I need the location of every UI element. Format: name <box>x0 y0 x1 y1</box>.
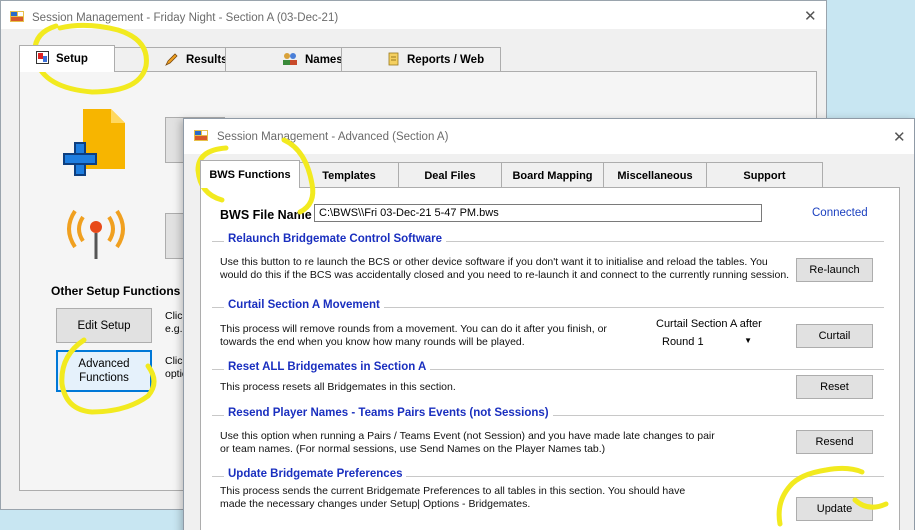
bws-file-name-label: BWS File Name <box>220 208 312 222</box>
tab-label: Results <box>186 54 228 66</box>
chevron-down-icon: ▼ <box>744 336 752 345</box>
curtail-button[interactable]: Curtail <box>796 324 873 348</box>
advanced-title-bar: Session Management - Advanced (Section A… <box>184 119 914 154</box>
app-icon <box>194 130 208 141</box>
reset-description: This process resets all Bridgemates in t… <box>220 381 456 393</box>
close-icon[interactable]: ✕ <box>893 128 906 146</box>
advanced-functions-button[interactable]: Advanced Functions <box>56 350 152 392</box>
relaunch-button[interactable]: Re-launch <box>796 258 873 282</box>
reset-section-title: Reset ALL Bridgemates in Section A <box>224 361 431 373</box>
tab-setup[interactable]: Setup <box>19 45 115 72</box>
update-section-title: Update Bridgemate Preferences <box>224 468 407 480</box>
resend-description: Use this option when running a Pairs / T… <box>220 430 715 455</box>
advanced-window-title: Session Management - Advanced (Section A… <box>217 131 449 143</box>
selected-round: Round 1 <box>662 336 704 348</box>
tab-results[interactable]: Results <box>114 47 228 72</box>
window-title: Session Management - Friday Night - Sect… <box>32 12 339 24</box>
tab-support[interactable]: Support <box>706 162 823 188</box>
curtail-round-select[interactable]: Round 1 ▼ <box>656 332 760 352</box>
setup-icon <box>36 51 49 67</box>
tab-bws-functions[interactable]: BWS Functions <box>200 160 300 188</box>
curtail-after-label: Curtail Section A after <box>656 318 762 330</box>
app-icon <box>10 11 24 22</box>
resend-section-title: Resend Player Names - Teams Pairs Events… <box>224 407 553 419</box>
close-icon[interactable]: ✕ <box>804 7 817 25</box>
broadcast-icon[interactable] <box>61 201 131 261</box>
connection-status: Connected <box>812 207 868 219</box>
update-button[interactable]: Update <box>796 497 873 521</box>
tab-templates[interactable]: Templates <box>299 162 399 188</box>
advanced-window: Session Management - Advanced (Section A… <box>183 118 915 530</box>
curtail-description: This process will remove rounds from a m… <box>220 323 607 348</box>
new-file-icon[interactable] <box>61 107 127 179</box>
other-setup-functions-heading: Other Setup Functions <box>51 284 181 298</box>
bws-file-name-field[interactable]: C:\BWS\\Fri 03-Dec-21 5-47 PM.bws <box>314 204 762 222</box>
reset-button[interactable]: Reset <box>796 375 873 399</box>
tab-names[interactable]: Names <box>225 47 343 72</box>
reports-icon <box>387 52 400 69</box>
tab-board-mapping[interactable]: Board Mapping <box>501 162 604 188</box>
edit-setup-button[interactable]: Edit Setup <box>56 308 152 343</box>
tab-label: Names <box>305 54 343 66</box>
people-icon <box>282 52 298 68</box>
tab-label: Reports / Web <box>407 54 485 66</box>
curtail-section-title: Curtail Section A Movement <box>224 299 384 311</box>
relaunch-section-title: Relaunch Bridgemate Control Software <box>224 233 447 245</box>
resend-button[interactable]: Resend <box>796 430 873 454</box>
tab-miscellaneous[interactable]: Miscellaneous <box>603 162 707 188</box>
pencil-icon <box>165 52 179 69</box>
tab-reports-web[interactable]: Reports / Web <box>341 47 501 72</box>
update-description: This process sends the current Bridgemat… <box>220 485 686 510</box>
tab-deal-files[interactable]: Deal Files <box>398 162 502 188</box>
title-bar: Session Management - Friday Night - Sect… <box>1 1 826 29</box>
tab-label: Setup <box>56 53 88 65</box>
relaunch-description: Use this button to re launch the BCS or … <box>220 256 790 281</box>
